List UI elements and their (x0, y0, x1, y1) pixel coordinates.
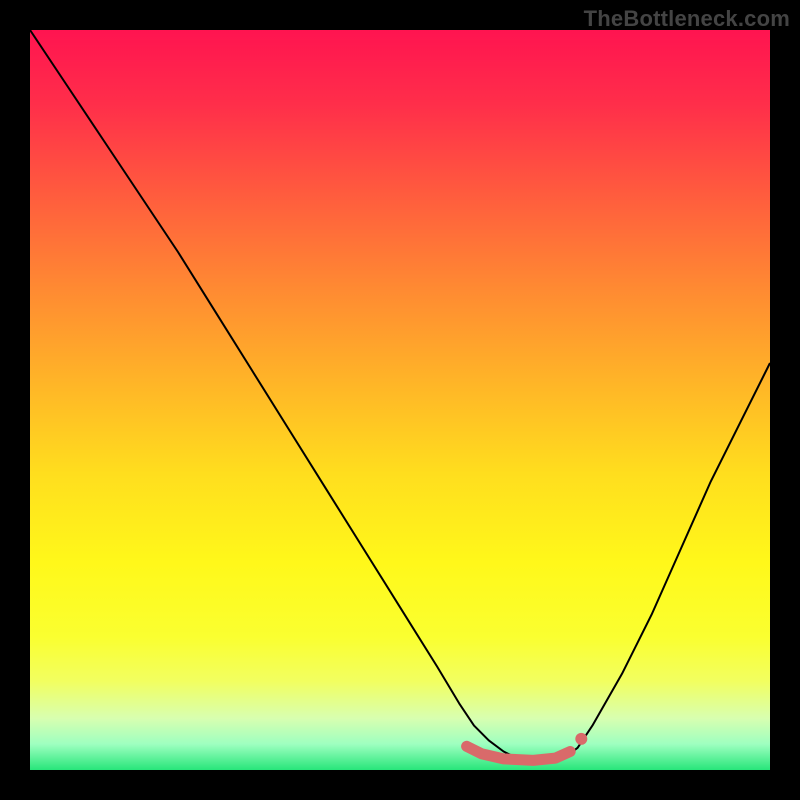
watermark-text: TheBottleneck.com (584, 6, 790, 32)
chart-svg (30, 30, 770, 770)
optimal-zone-end-dot (575, 733, 587, 745)
chart-container: TheBottleneck.com (0, 0, 800, 800)
plot-area (30, 30, 770, 770)
gradient-background (30, 30, 770, 770)
